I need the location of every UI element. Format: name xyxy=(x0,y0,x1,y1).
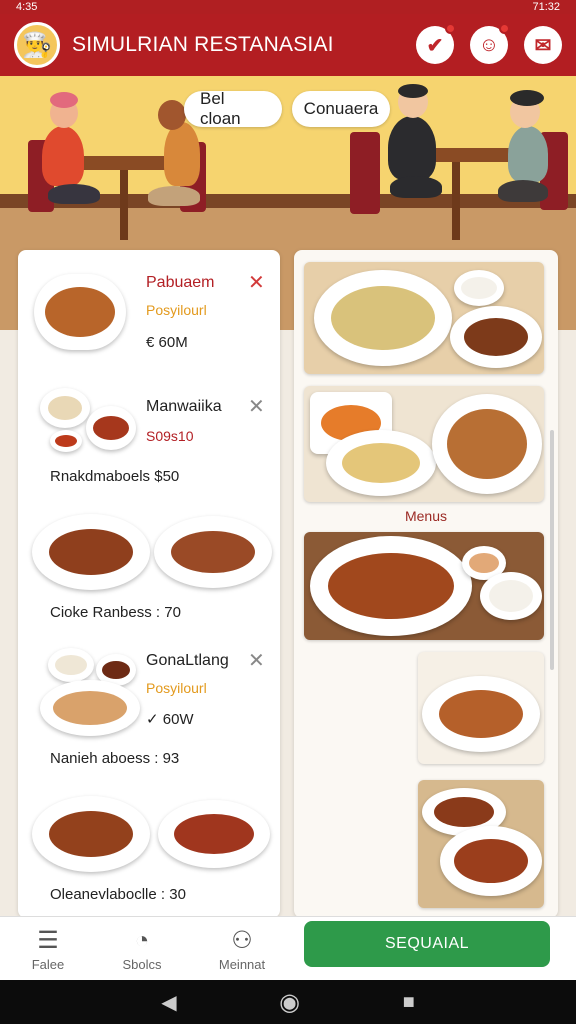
item-caption: Cioke Ranbess : 70 xyxy=(50,604,181,621)
fried-chicken-plate-image xyxy=(32,796,150,872)
nav-label: Sbolcs xyxy=(122,956,162,972)
item-price: ✓ 60W xyxy=(146,711,194,728)
item-subtitle: S09s10 xyxy=(146,428,194,444)
filter-pill-right[interactable]: Conuaera xyxy=(292,91,390,127)
rice-bowl-image xyxy=(40,388,90,428)
menu-section-label: Menus xyxy=(404,508,448,524)
rice-bowl-image xyxy=(48,648,94,682)
chat-bubble-icon[interactable]: ✉ xyxy=(524,26,562,64)
scrollbar[interactable] xyxy=(550,430,554,670)
chef-avatar[interactable]: 👨‍🍳 xyxy=(14,22,60,68)
menu-list-card: Pabuaem Posyilourl € 60M ✕ Manwaiika S09… xyxy=(18,250,280,918)
dish-gallery-panel: Menus xyxy=(294,250,558,918)
remove-icon[interactable]: ✕ xyxy=(248,270,265,295)
home-icon[interactable]: ◉ xyxy=(279,988,300,1017)
status-time-left: 4:35 xyxy=(16,1,38,13)
item-price: € 60M xyxy=(146,334,188,351)
item-name: Manwaiika xyxy=(146,398,222,415)
nav-item-meinnat[interactable]: ⚇ Meinnat xyxy=(194,917,290,981)
item-caption: Nanieh aboess : 93 xyxy=(50,750,180,767)
nav-item-falee[interactable]: ☰ Falee xyxy=(0,917,96,981)
nav-label: Meinnat xyxy=(218,957,266,972)
chicken-tomato-plate-image xyxy=(158,800,270,868)
filter-pill-left[interactable]: Bel cloan xyxy=(184,89,282,128)
app-title: SIMULRIAN RESTANASIAI xyxy=(72,33,334,56)
nav-item-sbolcs[interactable]: ◔ Sbolcs xyxy=(94,917,190,981)
back-icon[interactable]: ◀ xyxy=(161,990,176,1015)
nav-label: Falee xyxy=(31,957,65,972)
item-caption: Oleanevlaboclle : 30 xyxy=(50,886,186,903)
face-bubble-icon[interactable]: ☺ xyxy=(470,23,510,64)
roast-chicken-image xyxy=(34,274,126,350)
notification-dot xyxy=(499,23,510,34)
roast-chicken-tile[interactable] xyxy=(418,652,544,764)
clock-icon: ◔ xyxy=(134,926,150,954)
platter-tile[interactable] xyxy=(304,386,544,502)
stir-fry-noodle-tile[interactable] xyxy=(304,532,544,640)
notification-dot xyxy=(445,23,456,34)
primary-action-button[interactable]: SEQUAIAL xyxy=(304,921,550,967)
chicken-salad-plate-image xyxy=(154,516,272,588)
remove-icon[interactable]: ✕ xyxy=(248,394,265,419)
noodle-salad-tile[interactable] xyxy=(304,262,544,374)
item-name: GonaLtlang xyxy=(146,652,229,669)
soup-bowl-image xyxy=(86,406,136,450)
system-navigation-bar: ◀ ◉ ■ xyxy=(0,980,576,1024)
status-time-right: 71:32 xyxy=(532,1,560,13)
mixed-plate-image xyxy=(40,680,140,736)
menu-list-icon: ☰ xyxy=(37,927,59,954)
bottom-navigation: ☰ Falee ◔ Sbolcs ⚇ Meinnat SEQUAIAL xyxy=(0,916,576,980)
item-subtitle: Posyilourl xyxy=(146,680,207,696)
recents-icon[interactable]: ■ xyxy=(403,991,415,1014)
check-bubble-icon[interactable]: ✔ xyxy=(416,23,456,64)
item-subtitle: Posyilourl xyxy=(146,302,207,318)
remove-icon[interactable]: ✕ xyxy=(248,648,265,673)
curry-bowl-tile[interactable] xyxy=(418,780,544,908)
sauce-dish-image xyxy=(50,430,82,452)
item-caption: Rnakdmaboels $50 xyxy=(50,468,180,485)
fried-chicken-plate-image xyxy=(32,514,150,590)
user-icon: ⚇ xyxy=(231,927,253,954)
item-name: Pabuaem xyxy=(146,274,215,291)
app-bar: 👨‍🍳 SIMULRIAN RESTANASIAI ✔ ☺ ✉ xyxy=(0,14,576,76)
status-bar: 4:35 71:32 xyxy=(0,0,576,14)
